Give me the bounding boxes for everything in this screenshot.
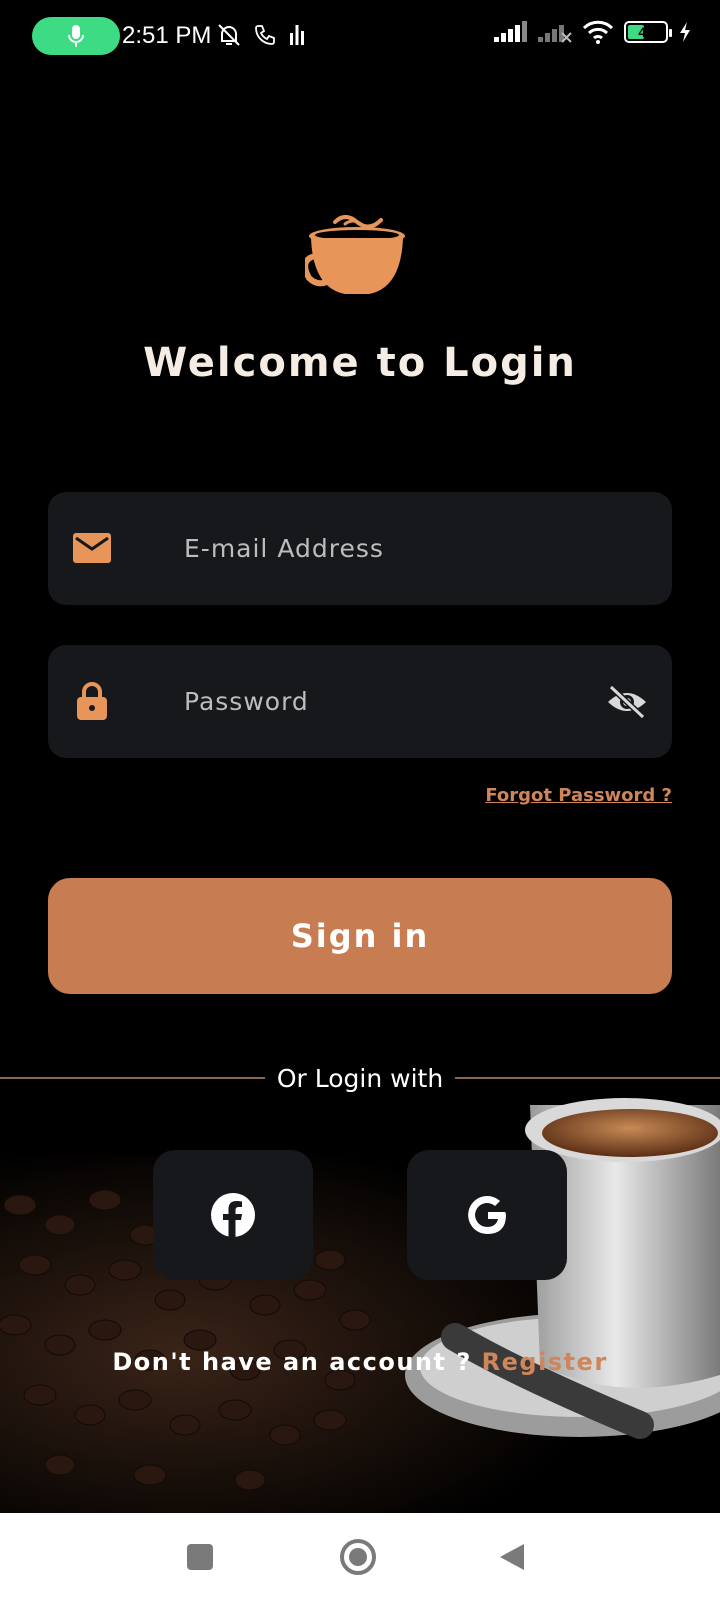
coffee-background-image <box>0 1075 720 1515</box>
battery-icon: 40 <box>624 21 672 43</box>
home-button[interactable] <box>336 1535 380 1579</box>
eye-off-icon[interactable] <box>604 679 650 725</box>
divider-line-left <box>0 1077 265 1079</box>
google-login-button[interactable] <box>407 1150 567 1280</box>
facebook-icon <box>211 1193 255 1237</box>
back-button[interactable] <box>490 1535 534 1579</box>
forgot-password-link[interactable]: Forgot Password ? <box>485 785 672 806</box>
password-field[interactable] <box>48 645 672 758</box>
password-input[interactable] <box>184 645 604 758</box>
divider-line-right <box>455 1077 720 1079</box>
email-field[interactable] <box>48 492 672 605</box>
signal-off-icon <box>538 25 572 43</box>
battery-level: 40 <box>638 24 654 40</box>
triangle-back-icon <box>500 1544 524 1570</box>
lock-icon <box>72 682 112 720</box>
register-link[interactable]: Register <box>482 1348 608 1376</box>
status-bar: 2:51 PM 40 <box>0 0 720 74</box>
recents-button[interactable] <box>178 1535 222 1579</box>
coffee-cup-icon <box>302 208 410 300</box>
register-prompt-text: Don't have an account ? <box>112 1348 472 1376</box>
mic-indicator[interactable] <box>32 17 120 55</box>
email-input[interactable] <box>184 492 604 605</box>
wifi-icon <box>582 20 614 44</box>
status-time: 2:51 PM <box>122 22 212 49</box>
mail-icon <box>72 530 112 566</box>
charging-icon <box>680 22 690 42</box>
register-prompt: Don't have an account ? Register <box>0 1348 720 1376</box>
google-icon <box>468 1196 506 1234</box>
circle-icon <box>340 1539 376 1575</box>
social-divider: Or Login with <box>0 1060 720 1096</box>
sign-in-button[interactable]: Sign in <box>48 878 672 994</box>
facebook-login-button[interactable] <box>153 1150 313 1280</box>
phone-icon <box>255 25 275 45</box>
navigation-bar <box>0 1513 720 1600</box>
square-icon <box>187 1544 213 1570</box>
mic-icon <box>68 25 84 47</box>
signal-icon <box>494 21 527 42</box>
divider-label: Or Login with <box>276 1063 444 1093</box>
audio-bars-icon <box>290 25 304 45</box>
bell-off-icon <box>218 24 240 46</box>
page-title: Welcome to Login <box>143 340 577 386</box>
